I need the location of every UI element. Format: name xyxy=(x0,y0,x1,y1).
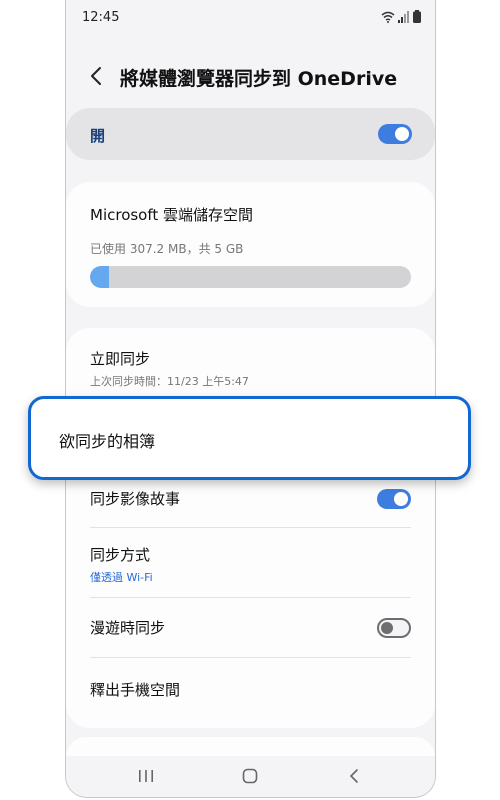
free-up-space-item[interactable]: 釋出手機空間 xyxy=(90,679,411,700)
status-bar: 12:45 xyxy=(66,0,435,36)
sync-method-title: 同步方式 xyxy=(90,546,151,564)
master-switch-toggle[interactable] xyxy=(378,124,412,144)
last-sync-time: 上次同步時間：11/23 上午5:47 xyxy=(90,375,249,388)
nav-back-button[interactable] xyxy=(342,764,366,788)
sync-now-item[interactable]: 立即同步 上次同步時間：11/23 上午5:47 xyxy=(90,348,411,389)
albums-to-sync-title: 欲同步的相簿 xyxy=(59,432,156,451)
storage-title: Microsoft 雲端儲存空間 xyxy=(90,206,254,224)
sync-method-value: 僅透過 Wi-Fi xyxy=(90,571,153,584)
sync-settings-card: 立即同步 上次同步時間：11/23 上午5:47 同步影像故事 同步方式 僅透過… xyxy=(66,328,435,728)
storage-used-text: 已使用 307.2 MB，共 5 GB xyxy=(90,242,244,256)
wifi-icon xyxy=(381,11,395,23)
master-switch-label: 開 xyxy=(90,127,106,145)
signal-icon xyxy=(398,10,409,23)
albums-to-sync-item[interactable]: 欲同步的相簿 xyxy=(28,396,471,480)
home-icon xyxy=(242,768,258,784)
storage-progress-bar xyxy=(90,266,411,288)
storage-progress-fill xyxy=(90,266,110,288)
divider xyxy=(90,527,411,528)
toggle-knob xyxy=(395,127,409,141)
recents-icon xyxy=(139,770,153,782)
status-icons xyxy=(381,10,421,23)
sync-stories-item[interactable]: 同步影像故事 xyxy=(90,488,411,510)
sync-method-item[interactable]: 同步方式 僅透過 Wi-Fi xyxy=(90,544,411,585)
page-header: 將媒體瀏覽器同步到 OneDrive xyxy=(66,60,435,94)
back-button[interactable] xyxy=(84,62,108,90)
sync-stories-toggle[interactable] xyxy=(377,489,411,509)
navigation-bar xyxy=(66,756,435,796)
toggle-knob xyxy=(394,492,408,506)
roaming-sync-item[interactable]: 漫遊時同步 xyxy=(90,617,411,639)
roaming-sync-toggle[interactable] xyxy=(377,618,411,638)
battery-icon xyxy=(413,10,421,23)
free-up-space-title: 釋出手機空間 xyxy=(90,681,181,699)
chevron-left-icon xyxy=(91,67,101,85)
divider xyxy=(90,657,411,658)
toggle-knob xyxy=(381,622,393,634)
roaming-sync-title: 漫遊時同步 xyxy=(90,619,166,637)
home-button[interactable] xyxy=(238,764,262,788)
divider xyxy=(90,597,411,598)
master-switch-row[interactable]: 開 xyxy=(66,108,435,160)
page-title: 將媒體瀏覽器同步到 OneDrive xyxy=(120,68,398,90)
recents-button[interactable] xyxy=(134,764,158,788)
sync-now-title: 立即同步 xyxy=(90,350,151,368)
status-time: 12:45 xyxy=(82,10,120,25)
storage-card: Microsoft 雲端儲存空間 已使用 307.2 MB，共 5 GB xyxy=(66,182,435,307)
sync-stories-title: 同步影像故事 xyxy=(90,490,181,508)
nav-back-icon xyxy=(349,769,358,783)
